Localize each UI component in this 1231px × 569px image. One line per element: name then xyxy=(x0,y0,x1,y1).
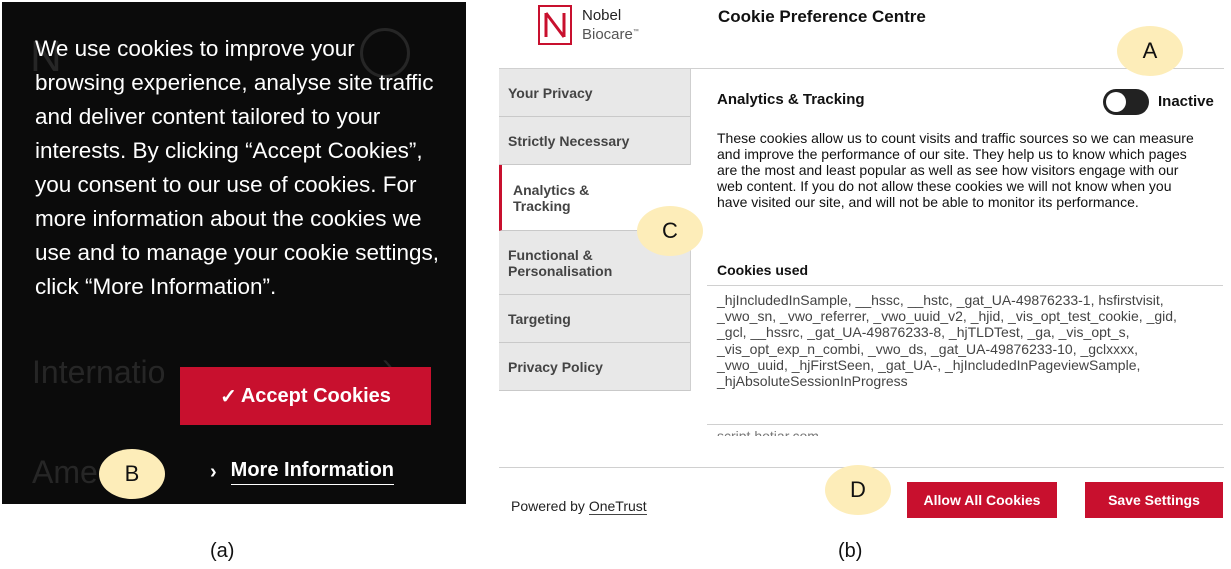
allow-all-cookies-button[interactable]: Allow All Cookies xyxy=(907,482,1057,518)
callout-a: A xyxy=(1117,26,1183,76)
banner-message: We use cookies to improve your browsing … xyxy=(35,36,440,299)
background-nav-text: Ame xyxy=(32,454,98,490)
brand-logo: Nobel Biocare™ xyxy=(538,5,639,45)
accept-cookies-button[interactable]: ✓ Accept Cookies xyxy=(180,367,431,425)
brand-name: Nobel Biocare™ xyxy=(582,6,639,43)
toggle-status-label: Inactive xyxy=(1158,93,1214,110)
section-title: Analytics & Tracking xyxy=(717,91,865,108)
section-description: These cookies allow us to count visits a… xyxy=(717,130,1194,210)
figure-caption-a: (a) xyxy=(210,540,235,562)
tab-privacy-policy[interactable]: Privacy Policy xyxy=(499,343,690,391)
onetrust-link[interactable]: OneTrust xyxy=(588,498,647,515)
more-information-link[interactable]: › More Information xyxy=(210,459,395,485)
cookie-list: _hjIncludedInSample, __hssc, __hstc, _ga… xyxy=(717,292,1177,390)
checkmark-icon: ✓ xyxy=(220,385,237,408)
toggle-knob xyxy=(1106,92,1126,112)
chevron-right-icon: › xyxy=(210,460,217,483)
background-nav-text: Internatio xyxy=(32,354,166,390)
callout-b: B xyxy=(99,449,165,499)
callout-c: C xyxy=(637,206,703,256)
cookie-preference-centre: Nobel Biocare™ Cookie Preference Centre … xyxy=(499,0,1224,530)
analytics-toggle[interactable] xyxy=(1103,89,1149,115)
tab-your-privacy[interactable]: Your Privacy xyxy=(499,69,690,117)
tab-strictly-necessary[interactable]: Strictly Necessary xyxy=(499,117,690,165)
nobel-logo-icon xyxy=(538,5,572,45)
callout-d: D xyxy=(825,465,891,515)
cookie-list-scroll[interactable]: _hjIncludedInSample, __hssc, __hstc, _ga… xyxy=(707,285,1223,436)
page-title: Cookie Preference Centre xyxy=(718,7,926,26)
divider xyxy=(707,424,1223,425)
accept-cookies-label: Accept Cookies xyxy=(240,384,391,407)
cookie-banner: N Internatio › Ame We use cookies to imp… xyxy=(2,2,466,504)
cookies-used-heading: Cookies used xyxy=(717,262,809,278)
tab-targeting[interactable]: Targeting xyxy=(499,295,690,343)
cookie-host-partial: script.hotjar.com xyxy=(717,428,819,436)
more-information-label: More Information xyxy=(230,459,395,485)
figure-caption-b: (b) xyxy=(838,540,863,562)
powered-by: Powered by OneTrust xyxy=(511,498,647,515)
save-settings-button[interactable]: Save Settings xyxy=(1085,482,1223,518)
